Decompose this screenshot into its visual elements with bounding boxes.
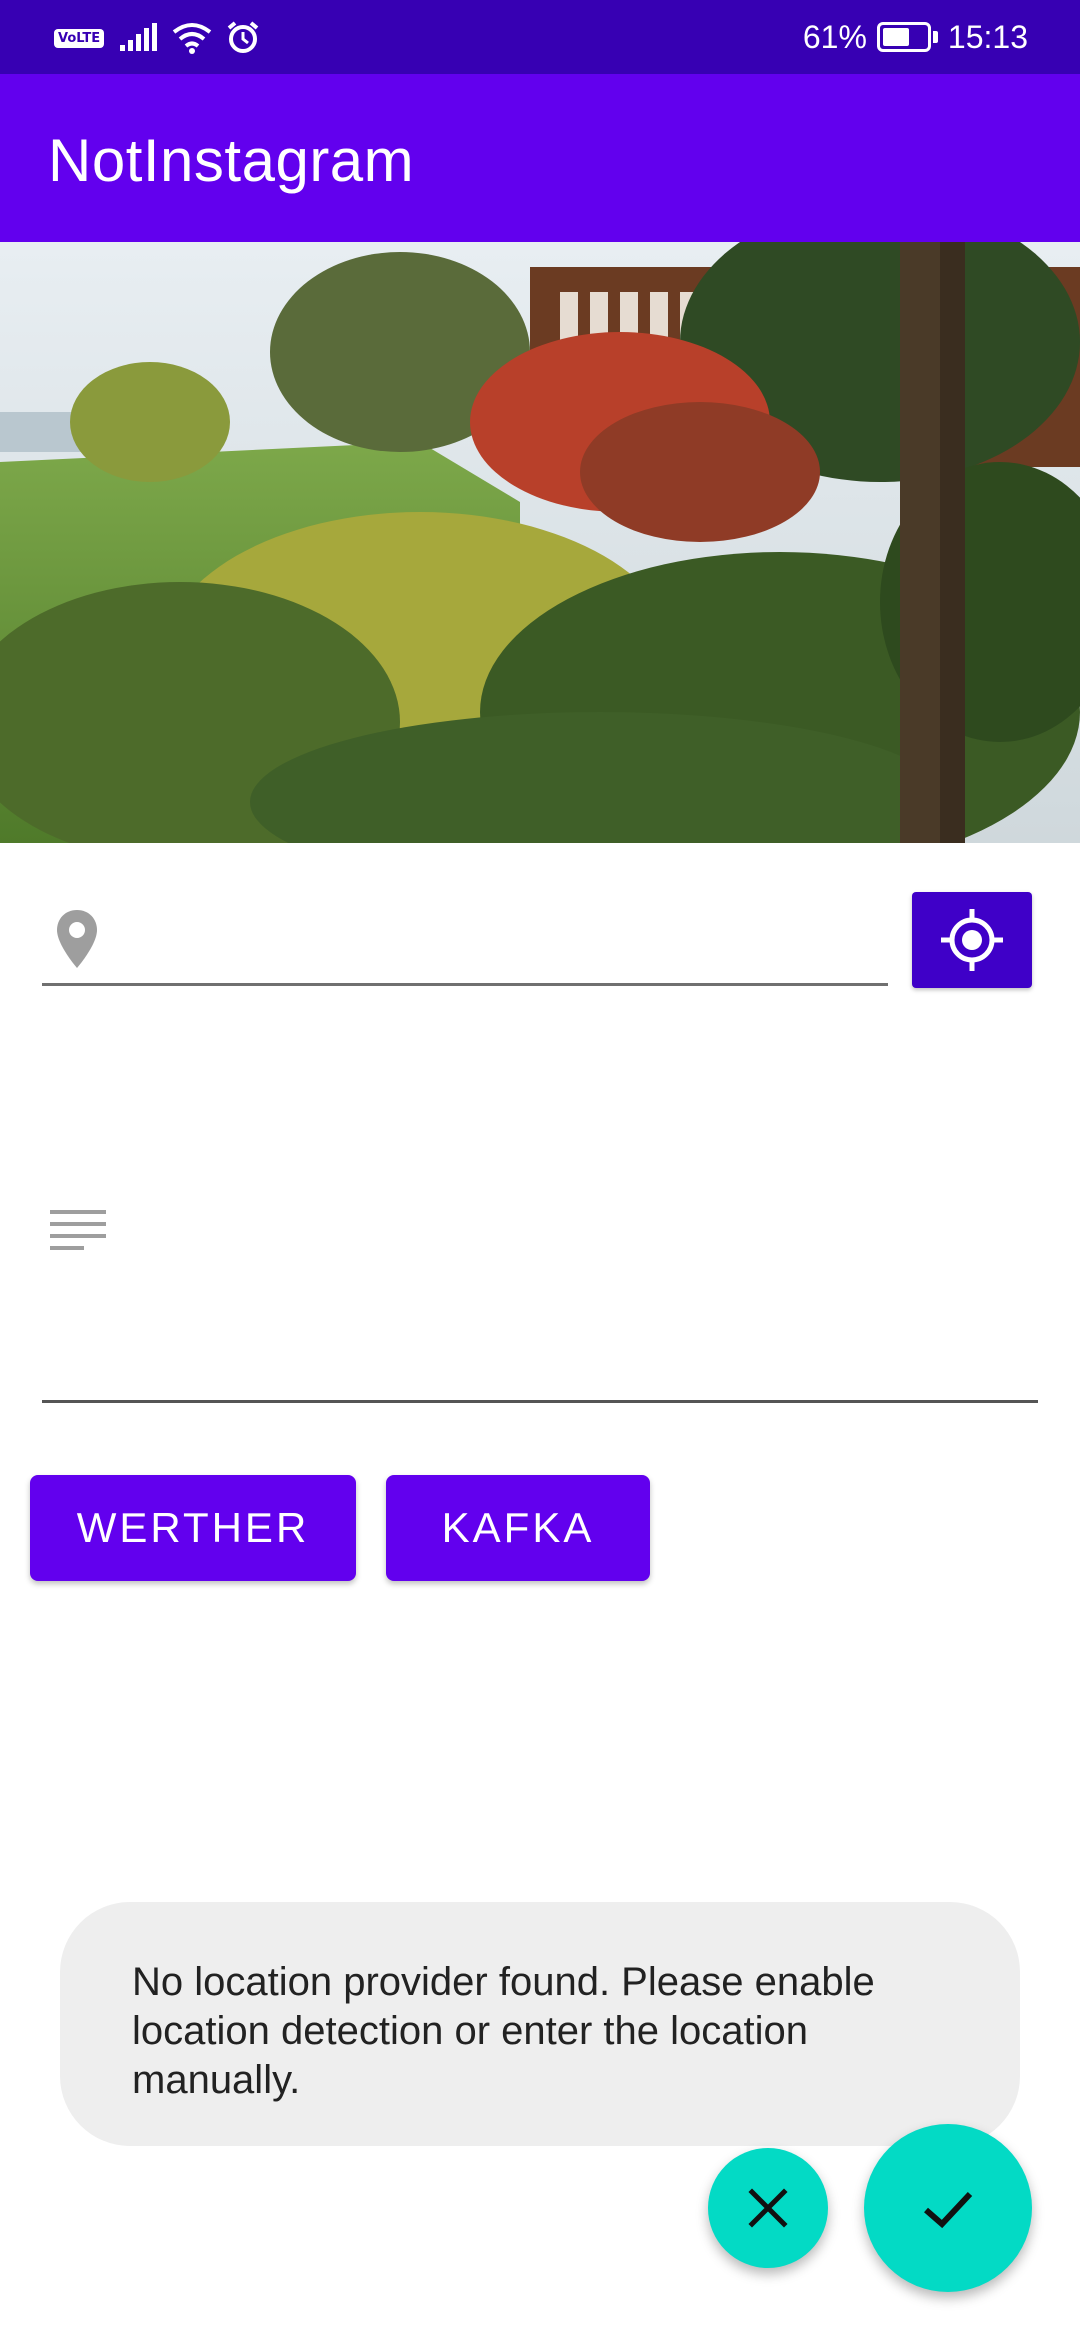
location-input[interactable] <box>122 904 862 974</box>
photo-preview <box>0 242 1080 843</box>
description-input[interactable] <box>122 1190 1022 1380</box>
volte-icon: VoLTE <box>54 28 105 48</box>
kafka-filter-button[interactable]: KAFKA <box>386 1475 650 1581</box>
status-bar: VoLTE 61% 15:13 <box>0 0 1080 74</box>
location-field[interactable] <box>42 890 888 986</box>
check-icon <box>924 2191 973 2229</box>
photo-image <box>0 242 1080 843</box>
signal-icon <box>120 23 158 51</box>
locate-button[interactable] <box>912 892 1032 988</box>
status-right: 61% 15:13 <box>803 14 1028 60</box>
app-bar: NotInstagram <box>0 74 1080 242</box>
battery-charging-icon <box>876 22 938 52</box>
alarm-icon <box>227 21 259 53</box>
app-title: NotInstagram <box>48 127 415 194</box>
screen: VoLTE 61% 15:13 NotInstagram WERTHER KAF… <box>0 0 1080 2340</box>
battery-body <box>876 22 931 52</box>
battery-fill <box>882 28 909 46</box>
status-left: VoLTE <box>54 18 260 58</box>
confirm-fab[interactable] <box>864 2124 1032 2292</box>
wifi-icon <box>172 23 212 54</box>
battery-percentage: 61% <box>802 18 867 55</box>
location-pin-icon <box>57 910 97 968</box>
toast: No location provider found. Please enabl… <box>60 1902 1020 2146</box>
notes-icon <box>50 1210 106 1250</box>
cancel-fab[interactable] <box>708 2148 828 2268</box>
gps-crosshair-icon <box>941 909 1003 971</box>
close-icon <box>748 2188 788 2228</box>
description-field[interactable] <box>42 1150 1038 1403</box>
battery-tip <box>932 31 938 43</box>
clock: 15:13 <box>947 18 1028 55</box>
werther-filter-button[interactable]: WERTHER <box>30 1475 356 1581</box>
toast-message: No location provider found. Please enabl… <box>132 1960 875 2102</box>
